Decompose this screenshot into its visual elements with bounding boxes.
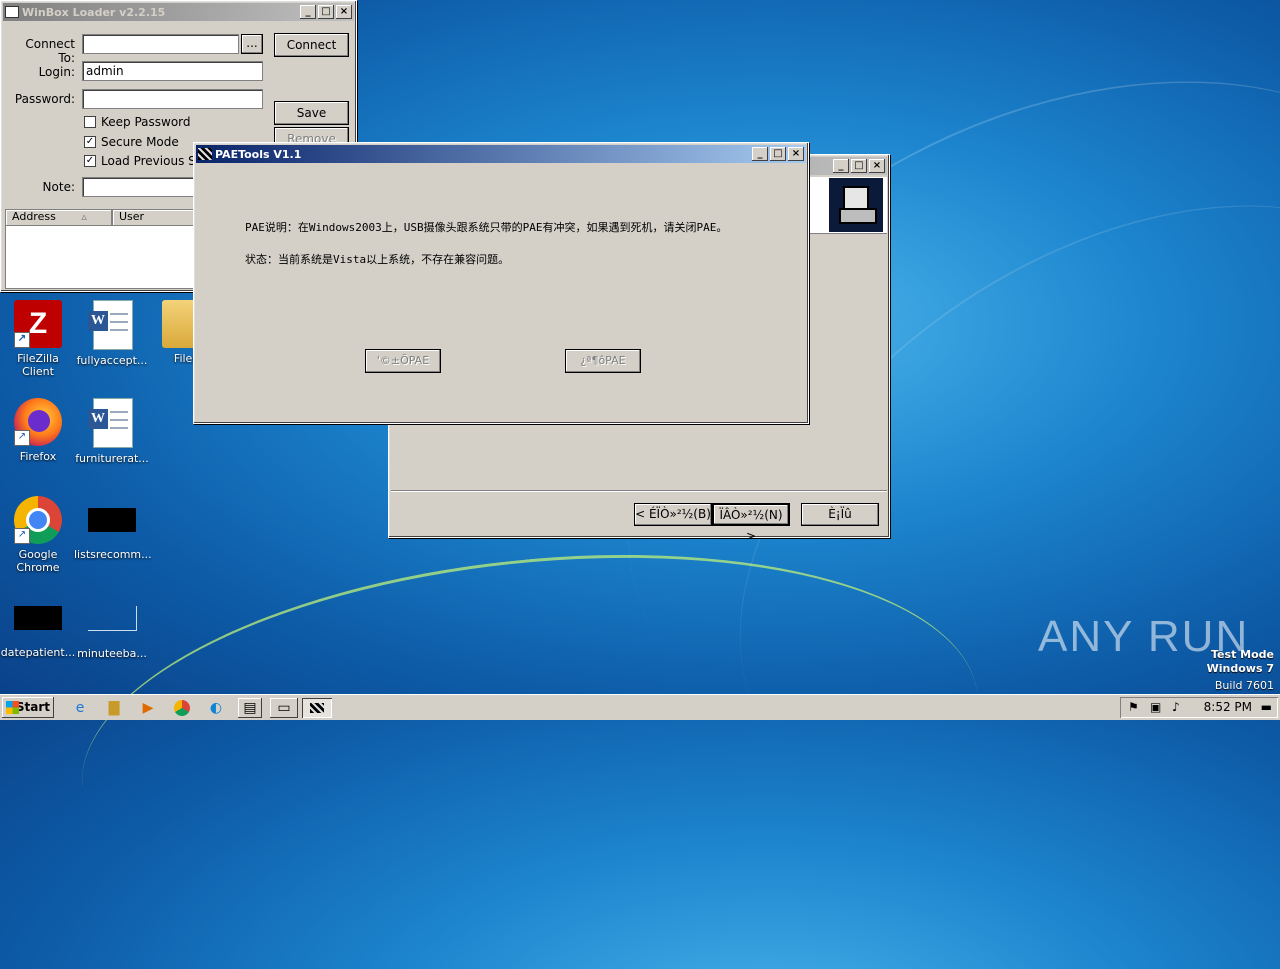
- password-label: Password:: [14, 92, 75, 106]
- close-button[interactable]: ×: [336, 5, 352, 19]
- desktop-icon-label: minuteeba...: [77, 647, 147, 660]
- keep-password-label: Keep Password: [101, 115, 191, 129]
- pae-enable-button[interactable]: '©±ÕPAE: [365, 349, 441, 373]
- sort-ascending-icon: ▵: [81, 210, 87, 223]
- firefox-icon: ↗: [14, 398, 62, 446]
- installer-logo-icon: [829, 178, 883, 232]
- close-button[interactable]: ×: [788, 147, 804, 161]
- network-icon[interactable]: ▣: [1150, 700, 1161, 714]
- show-desktop-icon[interactable]: ▬: [1261, 700, 1272, 714]
- maximize-button[interactable]: □: [318, 5, 334, 19]
- desktop-icon-chrome[interactable]: ↗ Google Chrome: [0, 496, 76, 574]
- build-label: Build 7601: [1214, 679, 1274, 692]
- desktop-icon-label: listsrecomm...: [74, 548, 152, 561]
- connect-button[interactable]: Connect: [274, 33, 349, 57]
- load-previous-checkbox[interactable]: ✓: [84, 155, 96, 167]
- black-file-icon: [88, 508, 136, 532]
- filezilla-icon: Z ↗: [14, 300, 62, 348]
- edge-icon[interactable]: ◐: [206, 698, 226, 718]
- next-button[interactable]: ÏÂÒ»²½(N) >: [712, 503, 790, 543]
- secure-mode-checkbox[interactable]: ✓: [84, 136, 96, 148]
- desktop-icon-label: furniturerat...: [75, 452, 149, 465]
- winbox-titlebar[interactable]: WinBox Loader v2.2.15 _ □ ×: [3, 3, 354, 21]
- close-button[interactable]: ×: [869, 159, 885, 173]
- desktop-icon-datepatient[interactable]: datepatient...: [0, 594, 76, 659]
- login-input[interactable]: admin: [82, 61, 263, 81]
- connect-to-input[interactable]: [82, 34, 239, 54]
- desktop-icon-firefox[interactable]: ↗ Firefox: [0, 398, 76, 463]
- clock[interactable]: 8:52 PM: [1204, 697, 1252, 718]
- save-button[interactable]: Save: [274, 101, 349, 125]
- secure-mode-label: Secure Mode: [101, 135, 179, 149]
- winbox-taskbar-button[interactable]: ▭: [270, 698, 298, 718]
- desktop-icon-filezilla[interactable]: Z ↗ FileZilla Client: [0, 300, 76, 378]
- back-button[interactable]: < ÉÏÒ»²½(B): [634, 503, 712, 526]
- ie-icon[interactable]: e: [70, 698, 90, 718]
- word-document-icon: W: [88, 300, 133, 350]
- pae-disable-button[interactable]: ¿ª¶ôPAE: [565, 349, 641, 373]
- explorer-folder-icon[interactable]: ▇: [104, 698, 124, 718]
- desktop-icon-listsrecomm[interactable]: listsrecomm...: [74, 496, 152, 561]
- paetools-taskbar-button[interactable]: [302, 698, 332, 718]
- maximize-button[interactable]: □: [770, 147, 786, 161]
- black-file-icon: [14, 606, 62, 630]
- chrome-taskbar-icon[interactable]: [172, 698, 192, 718]
- flag-icon[interactable]: ⚑: [1128, 700, 1139, 714]
- paetools-app-icon: [198, 148, 212, 160]
- desktop-icon-furniturerat[interactable]: W furniturerat...: [74, 398, 150, 465]
- test-mode-label: Test Mode: [1211, 648, 1274, 661]
- minimize-button[interactable]: _: [752, 147, 768, 161]
- desktop-icon-label: datepatient...: [0, 646, 76, 659]
- paetools-titlebar[interactable]: PAETools V1.1 _ □ ×: [196, 145, 806, 163]
- window-title: WinBox Loader v2.2.15: [22, 5, 166, 19]
- desktop-icon-label: FileZilla Client: [17, 352, 59, 378]
- desktop-icon-fullyaccept[interactable]: W fullyaccept...: [74, 300, 150, 367]
- system-tray: ⚑ ▣ ♪ 8:52 PM ▬: [1120, 697, 1278, 718]
- os-label: Windows 7: [1206, 662, 1274, 675]
- login-label: Login:: [38, 65, 75, 79]
- desktop-icon-label: Firefox: [19, 450, 57, 463]
- window-title: PAETools V1.1: [215, 147, 302, 161]
- cancel-button[interactable]: È¡Ïû: [801, 503, 879, 526]
- desktop-icon-label: Google Chrome: [16, 548, 60, 574]
- desktop-icon-label: fullyaccept...: [76, 354, 148, 367]
- start-button[interactable]: Start: [2, 697, 54, 718]
- minimize-button[interactable]: _: [300, 5, 316, 19]
- installer-taskbar-button[interactable]: ▤: [238, 698, 262, 718]
- word-document-icon: W: [88, 398, 133, 448]
- keep-password-checkbox[interactable]: [84, 116, 96, 128]
- connect-to-label: Connect To:: [25, 37, 75, 65]
- maximize-button[interactable]: □: [851, 159, 867, 173]
- media-player-icon[interactable]: ▶: [138, 698, 158, 718]
- installer-divider: [391, 490, 887, 491]
- pae-description-text: PAE说明：在Windows2003上，USB摄像头跟系统只带的PAE有冲突，如…: [245, 221, 728, 234]
- column-header-user[interactable]: User: [113, 210, 199, 226]
- column-header-address[interactable]: Address ▵: [6, 210, 113, 226]
- desktop-icon-minuteeba[interactable]: minuteeba...: [74, 594, 150, 660]
- minimize-button[interactable]: _: [833, 159, 849, 173]
- pae-status-text: 状态：当前系统是Vista以上系统，不存在兼容问题。: [245, 253, 510, 266]
- winbox-app-icon: [5, 6, 19, 18]
- browse-button[interactable]: ...: [241, 34, 263, 54]
- blank-file-icon: [87, 606, 137, 631]
- paetools-window[interactable]: PAETools V1.1 _ □ × PAE说明：在Windows2003上，…: [193, 142, 809, 424]
- taskbar: Start e ▇ ▶ ◐ ▤ ▭ ⚑ ▣ ♪ 8:52 PM ▬: [0, 694, 1280, 720]
- password-input[interactable]: [82, 89, 263, 109]
- chrome-icon: ↗: [14, 496, 62, 544]
- volume-icon[interactable]: ♪: [1172, 700, 1180, 714]
- note-label: Note:: [42, 180, 75, 194]
